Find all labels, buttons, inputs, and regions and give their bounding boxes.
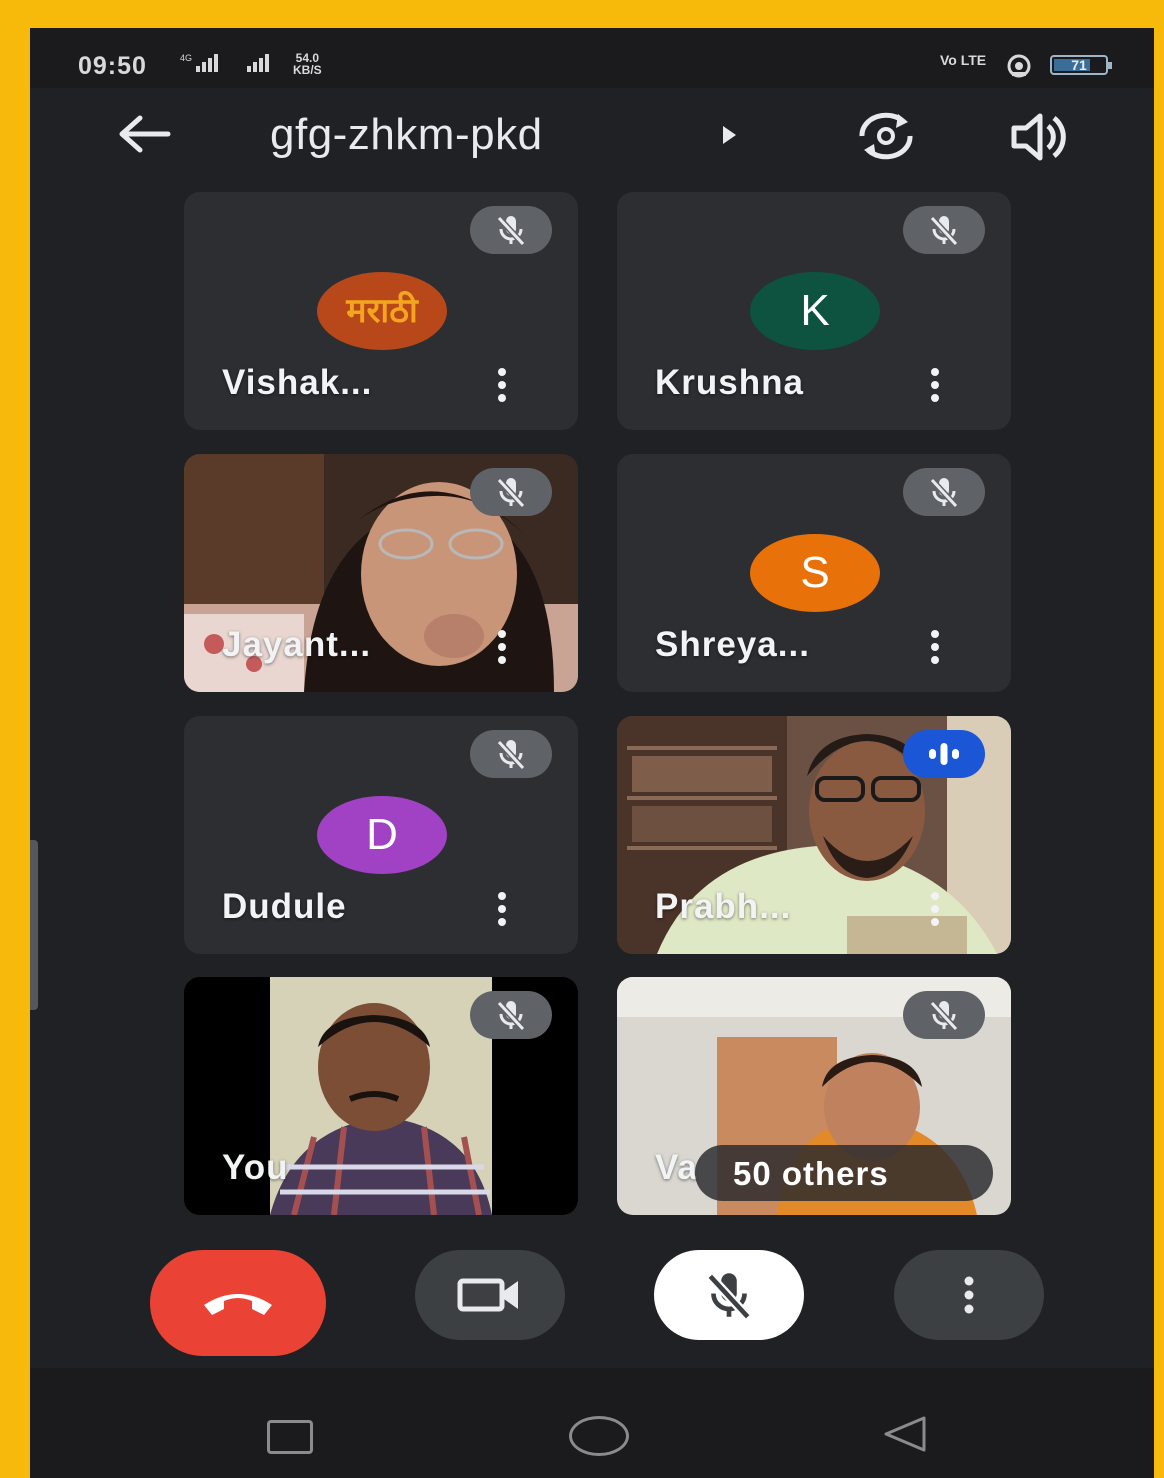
system-nav-bar — [30, 1368, 1154, 1478]
end-call-button[interactable] — [150, 1250, 326, 1356]
home-icon[interactable] — [569, 1416, 629, 1456]
participant-name: You — [222, 1148, 289, 1187]
participant-tile[interactable]: Jayant... — [184, 454, 578, 692]
participant-tile[interactable]: Va 50 others — [617, 977, 1011, 1215]
back-arrow-icon[interactable] — [116, 112, 176, 156]
nav-back-icon[interactable] — [880, 1414, 930, 1454]
mic-off-icon — [903, 468, 985, 516]
participant-name: Prabh... — [655, 887, 792, 926]
call-header: gfg-zhkm-pkd — [30, 96, 1154, 176]
hotspot-icon — [1002, 54, 1036, 83]
avatar: मराठी — [317, 272, 447, 350]
participant-tile[interactable]: मराठी Vishak... — [184, 192, 578, 430]
more-vert-icon[interactable] — [492, 892, 512, 928]
mic-off-icon — [470, 206, 552, 254]
status-bar: 09:50 4G 54.0 KB/S Vo LTE 71 — [30, 28, 1154, 88]
mic-off-icon — [706, 1273, 752, 1320]
hang-up-icon — [204, 1294, 272, 1315]
camera-toggle-button[interactable] — [415, 1250, 565, 1340]
participant-name: Va — [655, 1148, 698, 1187]
avatar: S — [750, 534, 880, 612]
edge-panel-handle[interactable] — [30, 840, 38, 1010]
self-view-tile[interactable]: You — [184, 977, 578, 1215]
videocam-icon — [457, 1278, 518, 1312]
mic-off-icon — [903, 206, 985, 254]
more-vert-icon[interactable] — [492, 368, 512, 404]
net-speed: 54.0 KB/S — [293, 52, 322, 76]
mic-toggle-button[interactable] — [654, 1250, 804, 1340]
phone-screen: 09:50 4G 54.0 KB/S Vo LTE 71 gfg-zhkm-pkd — [30, 28, 1154, 1478]
participant-name: Shreya... — [655, 625, 810, 664]
mic-off-icon — [903, 991, 985, 1039]
battery-icon: 71 — [1050, 55, 1112, 75]
participant-name: Vishak... — [222, 363, 373, 402]
speaking-indicator-icon — [903, 730, 985, 778]
more-vert-icon[interactable] — [925, 630, 945, 666]
avatar: D — [317, 796, 447, 874]
mic-off-icon — [470, 468, 552, 516]
others-count-label: 50 others — [733, 1155, 889, 1192]
svg-text:4G: 4G — [180, 53, 192, 63]
participant-tile[interactable]: K Krushna — [617, 192, 1011, 430]
mic-off-icon — [470, 730, 552, 778]
mic-off-icon — [470, 991, 552, 1039]
speaker-icon[interactable] — [1008, 110, 1070, 164]
participant-name: Dudule — [222, 887, 347, 926]
avatar: K — [750, 272, 880, 350]
volte-indicator: Vo LTE — [940, 52, 987, 68]
others-count-pill[interactable]: 50 others — [695, 1145, 993, 1201]
meeting-code[interactable]: gfg-zhkm-pkd — [270, 110, 543, 160]
participant-tile[interactable]: D Dudule — [184, 716, 578, 954]
more-options-button[interactable] — [894, 1250, 1044, 1340]
participant-tile[interactable]: Prabh... — [617, 716, 1011, 954]
recents-icon[interactable] — [267, 1420, 313, 1454]
more-vert-icon[interactable] — [925, 892, 945, 928]
participant-name: Jayant... — [222, 625, 372, 664]
participant-name: Krushna — [655, 363, 804, 402]
caret-right-icon[interactable] — [723, 126, 736, 144]
signal-bars-icon — [245, 52, 279, 77]
signal-4g-icon: 4G — [180, 52, 236, 77]
more-vert-icon[interactable] — [492, 630, 512, 666]
more-vert-icon — [964, 1276, 974, 1314]
screenshot-frame: 09:50 4G 54.0 KB/S Vo LTE 71 gfg-zhkm-pkd — [8, 8, 1156, 1478]
participant-tile[interactable]: S Shreya... — [617, 454, 1011, 692]
status-time: 09:50 — [78, 52, 147, 80]
switch-camera-icon[interactable] — [852, 108, 920, 164]
more-vert-icon[interactable] — [925, 368, 945, 404]
net-speed-unit: KB/S — [293, 63, 322, 77]
battery-level: 71 — [1071, 57, 1087, 73]
